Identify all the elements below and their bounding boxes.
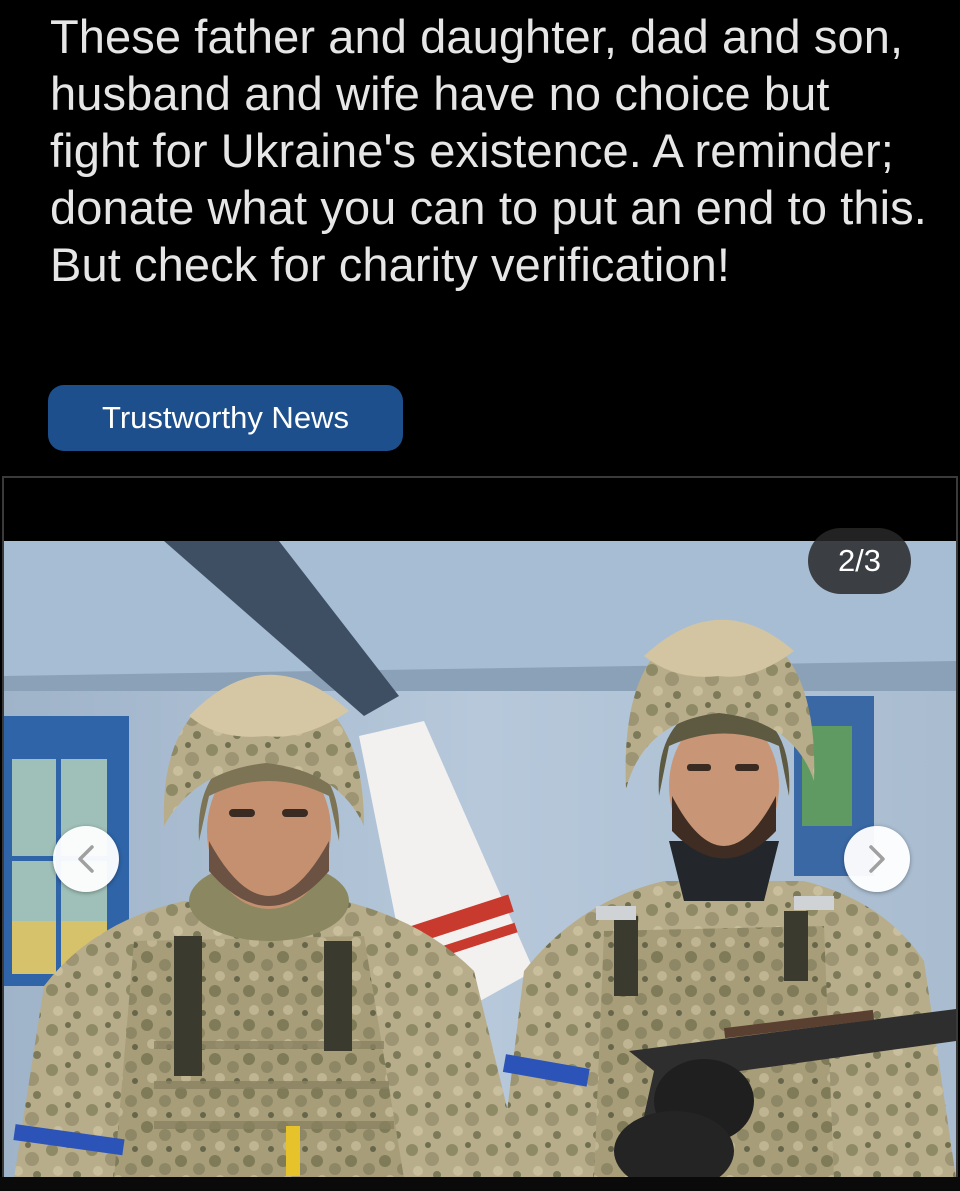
bottom-edge	[0, 1177, 960, 1191]
previous-image-button[interactable]	[53, 826, 119, 892]
chevron-left-icon	[78, 845, 94, 873]
next-image-button[interactable]	[844, 826, 910, 892]
chevron-right-icon	[869, 845, 885, 873]
image-carousel[interactable]: 2/3	[2, 476, 958, 1191]
image-counter-badge: 2/3	[808, 528, 911, 594]
soldiers-photo	[4, 541, 956, 1178]
post-text: These father and daughter, dad and son, …	[50, 10, 927, 291]
trustworthy-news-tag[interactable]: Trustworthy News	[48, 385, 403, 451]
